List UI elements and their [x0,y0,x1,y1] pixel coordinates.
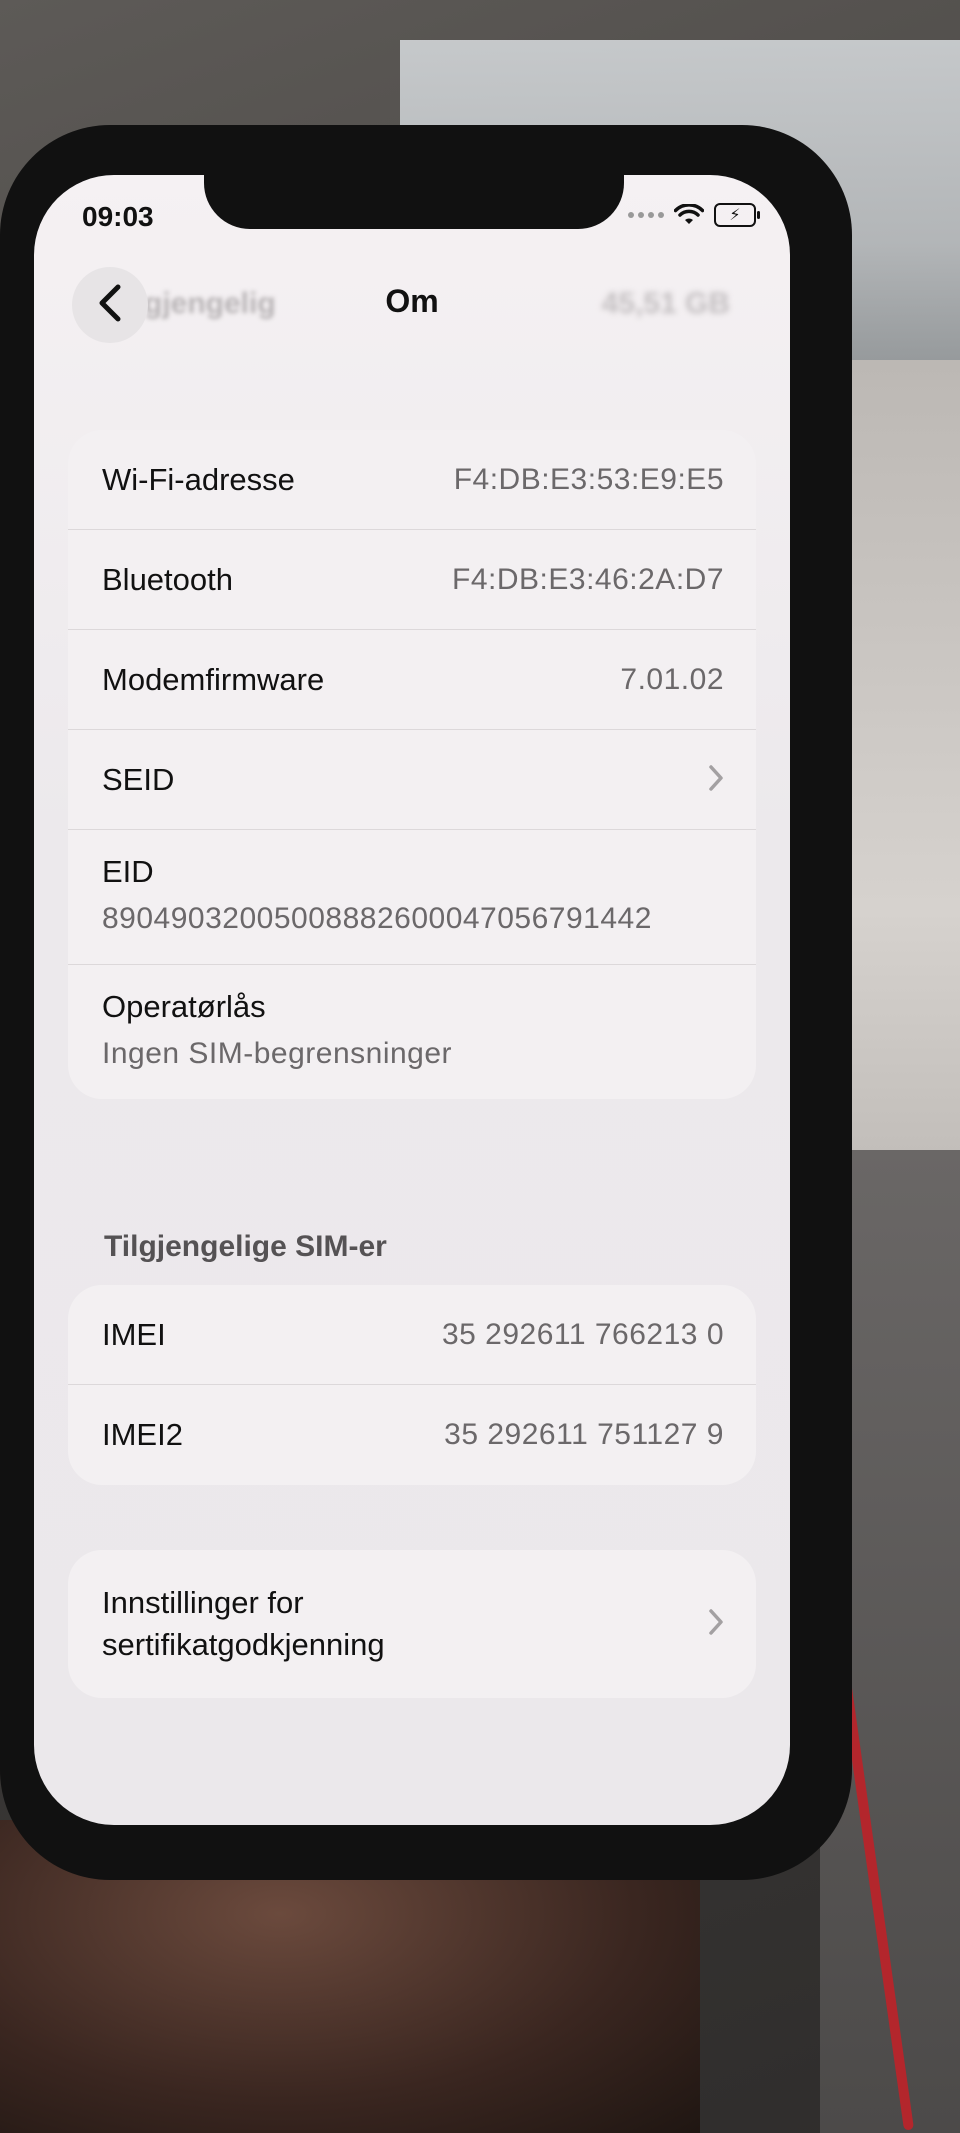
row-label: Operatørlås [102,989,266,1024]
device-info-group: Wi-Fi-adresse F4:DB:E3:53:E9:E5 Bluetoot… [68,430,756,1099]
phone-frame: 09:03 ⚡ gjengelig 45,51 GB Om Wi-Fi-adre… [0,125,852,1880]
row-label-line1: Innstillinger for [102,1585,304,1620]
row-value: 35 292611 766213 0 [441,1317,724,1351]
row-label: Bluetooth [102,561,233,597]
row-label: Wi-Fi-adresse [102,461,295,497]
row-label: EID [102,854,154,889]
row-value: F4:DB:E3:46:2A:D7 [452,562,724,596]
signal-icon [628,212,664,218]
row-bluetooth: Bluetooth F4:DB:E3:46:2A:D7 [68,530,756,630]
row-modem-firmware: Modemfirmware 7.01.02 [68,630,756,730]
row-eid: EID 89049032005008882600047056791442 [68,830,756,965]
row-label: IMEI [102,1316,166,1352]
row-value: 7.01.02 [620,662,724,696]
row-label: Innstillinger for sertifikatgodkjenning [102,1582,385,1666]
wifi-icon [674,204,704,226]
row-label: Modemfirmware [102,661,325,697]
chevron-right-icon [708,759,724,801]
chevron-right-icon [708,1603,724,1645]
navigation-bar: gjengelig 45,51 GB Om [34,255,790,355]
page-title: Om [385,283,439,319]
sim-group: IMEI 35 292611 766213 0 IMEI2 35 292611 … [68,1285,756,1485]
status-icons: ⚡ [628,203,760,227]
status-time: 09:03 [82,201,154,232]
row-certificate-trust-settings[interactable]: Innstillinger for sertifikatgodkjenning [68,1550,756,1698]
row-wifi-address: Wi-Fi-adresse F4:DB:E3:53:E9:E5 [68,430,756,530]
row-label: SEID [102,761,175,797]
phone-screen: 09:03 ⚡ gjengelig 45,51 GB Om Wi-Fi-adre… [34,175,790,1825]
section-header-sims: Tilgjengelige SIM-er [104,1230,387,1263]
row-carrier-lock: Operatørlås Ingen SIM-begrensninger [68,965,756,1099]
row-value: Ingen SIM-begrensninger [102,1037,453,1070]
row-seid[interactable]: SEID [68,730,756,830]
notch [204,175,624,229]
row-value: 35 292611 751127 9 [444,1418,724,1451]
certificate-group: Innstillinger for sertifikatgodkjenning [68,1550,756,1698]
row-imei: IMEI 35 292611 766213 0 [68,1285,756,1385]
battery-charging-icon: ⚡ [714,203,760,227]
row-label: IMEI2 [102,1417,183,1452]
row-label-line2: sertifikatgodkjenning [102,1627,385,1662]
row-value: 89049032005008882600047056791442 [102,902,652,935]
row-imei2: IMEI2 35 292611 751127 9 [68,1385,756,1485]
row-value: F4:DB:E3:53:E9:E5 [453,462,724,496]
